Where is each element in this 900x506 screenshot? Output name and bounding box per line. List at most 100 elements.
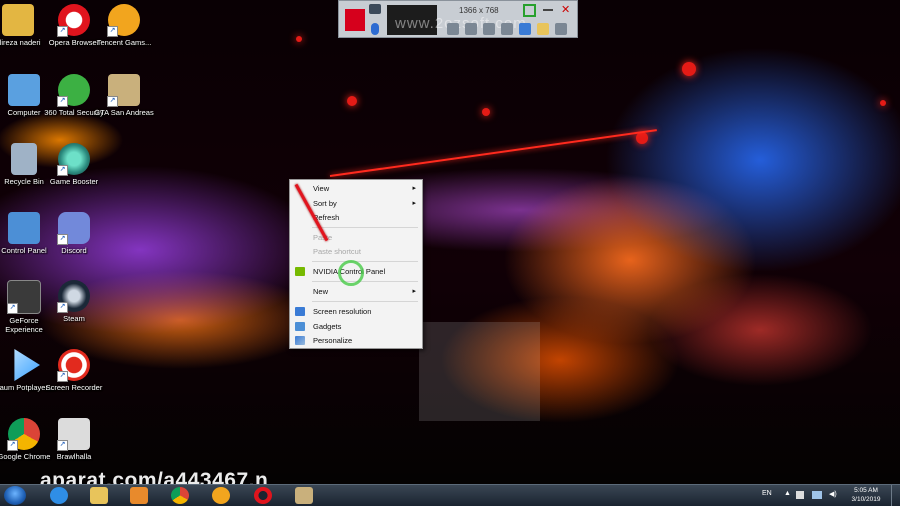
desktop-icon-alireza-naderi[interactable]: alireza naderi	[0, 4, 48, 47]
file-explorer-icon[interactable]	[90, 487, 108, 504]
opera-icon: ↗	[57, 4, 90, 37]
desktop-icon-label: alireza naderi	[0, 38, 41, 47]
game-booster-icon: ↗	[57, 143, 90, 176]
shortcut-arrow-icon: ↗	[57, 371, 68, 382]
recorder-toolbar[interactable]: www.2ozsoft.com 1366 x 768 ✕	[338, 0, 578, 38]
desktop-icon-steam[interactable]: ↗ Steam	[44, 280, 104, 323]
menu-separator	[312, 281, 418, 282]
wallpaper-ember	[636, 132, 648, 144]
network-icon[interactable]	[812, 491, 822, 499]
shortcut-arrow-icon: ↗	[57, 165, 68, 176]
menu-separator	[312, 261, 418, 262]
click-indicator	[338, 260, 364, 286]
shortcut-arrow-icon: ↗	[57, 234, 68, 245]
shortcut-arrow-icon: ↗	[7, 303, 18, 314]
internet-explorer-icon[interactable]	[50, 487, 68, 504]
submenu-arrow-icon: ▸	[412, 288, 416, 295]
microphone-icon[interactable]	[371, 23, 379, 35]
system-clock[interactable]: 5:05 AM 3/10/2019	[846, 486, 886, 504]
action-center-icon[interactable]	[796, 491, 804, 499]
user-folder-icon	[2, 4, 34, 36]
computer-icon	[8, 74, 40, 106]
minimize-icon[interactable]	[543, 9, 553, 11]
maximize-icon[interactable]	[523, 4, 536, 17]
submenu-arrow-icon: ▸	[412, 185, 416, 192]
menu-item-gadgets[interactable]: Gadgets	[290, 320, 422, 333]
desktop-icon-tencent-gaming[interactable]: ↗ Tencent Gams...	[94, 4, 154, 47]
desktop-icon-label: Steam	[63, 314, 85, 323]
screen-recorder-icon: ↗	[57, 349, 90, 382]
shortcut-arrow-icon: ↗	[57, 26, 68, 37]
menu-separator	[312, 301, 418, 302]
menu-item-personalize[interactable]: Personalize	[290, 334, 422, 347]
volume-icon[interactable]: ◀)	[829, 490, 837, 498]
selection-ghost	[419, 322, 540, 421]
shortcut-arrow-icon: ↗	[57, 302, 68, 313]
menu-item-new[interactable]: New ▸	[290, 285, 422, 298]
region-icon[interactable]	[465, 23, 477, 35]
screenshot-icon[interactable]	[483, 23, 495, 35]
geforce-icon: ↗	[7, 280, 41, 314]
menu-item-label: Sort by	[313, 199, 337, 208]
menu-item-label: Screen resolution	[313, 307, 372, 316]
desktop-icon-game-booster[interactable]: ↗ Game Booster	[44, 143, 104, 186]
brawlhalla-icon: ↗	[57, 418, 90, 451]
screen-resolution-icon	[295, 307, 305, 316]
wallpaper-ember	[880, 100, 886, 106]
menu-item-view[interactable]: View ▸	[290, 182, 422, 195]
menu-item-label: View	[313, 184, 330, 193]
desktop-icon-label: GTA San Andreas	[94, 108, 154, 117]
desktop-icon-discord[interactable]: ↗ Discord	[44, 212, 104, 255]
gta-icon[interactable]	[295, 487, 313, 504]
desktop-icon-brawlhalla[interactable]: ↗ Brawlhalla	[44, 418, 104, 461]
shortcut-arrow-icon: ↗	[107, 96, 118, 107]
start-button[interactable]	[4, 486, 26, 505]
settings-icon[interactable]	[447, 23, 459, 35]
show-hidden-icons-icon[interactable]: ▲	[784, 490, 791, 497]
desktop-icon-label: Screen Recorder	[45, 383, 103, 392]
menu-item-screen-resolution[interactable]: Screen resolution	[290, 305, 422, 318]
desktop-icon-label: Game Booster	[49, 177, 99, 186]
gear-icon[interactable]	[555, 23, 567, 35]
menu-separator	[312, 227, 418, 228]
cursor-icon[interactable]	[501, 23, 513, 35]
record-button[interactable]	[345, 9, 365, 31]
menu-item-label: Personalize	[313, 336, 353, 345]
menu-item-label: Paste shortcut	[313, 247, 361, 256]
folder-icon[interactable]	[537, 23, 549, 35]
shortcut-arrow-icon: ↗	[57, 440, 68, 451]
potplayer-icon	[14, 349, 40, 381]
desktop-icon-screen-recorder[interactable]: ↗ Screen Recorder	[44, 349, 104, 392]
menu-item-paste[interactable]: Paste	[290, 231, 422, 244]
menu-item-paste-shortcut[interactable]: Paste shortcut	[290, 245, 422, 258]
camera-icon[interactable]	[369, 4, 381, 14]
shortcut-arrow-icon: ↗	[107, 26, 118, 37]
opera-icon[interactable]	[254, 487, 272, 504]
steam-icon: ↗	[57, 280, 90, 313]
taskbar: EN ▲ ◀) 5:05 AM 3/10/2019	[0, 484, 900, 506]
language-indicator[interactable]: EN	[762, 490, 772, 497]
gadgets-icon	[295, 322, 305, 331]
wallpaper-ember	[347, 96, 357, 106]
show-desktop-button[interactable]	[891, 485, 900, 506]
pen-icon[interactable]	[519, 23, 531, 35]
gta-icon: ↗	[107, 74, 140, 107]
shortcut-arrow-icon: ↗	[7, 440, 18, 451]
chrome-icon[interactable]	[171, 487, 189, 504]
control-panel-icon	[8, 212, 40, 244]
wallpaper-ember	[482, 108, 490, 116]
desktop-icon-gta[interactable]: ↗ GTA San Andreas	[94, 74, 154, 117]
shortcut-arrow-icon: ↗	[57, 96, 68, 107]
recording-resolution: 1366 x 768	[459, 6, 499, 15]
tencent-gaming-icon[interactable]	[212, 487, 230, 504]
recycle-bin-icon	[11, 143, 37, 175]
wallpaper-ember	[682, 62, 696, 76]
360-security-icon: ↗	[57, 74, 90, 107]
close-icon[interactable]: ✕	[561, 3, 570, 16]
nvidia-icon	[295, 267, 305, 276]
tencent-gaming-icon: ↗	[107, 4, 140, 37]
media-player-icon[interactable]	[130, 487, 148, 504]
desktop-icon-label: Tencent Gams...	[96, 38, 152, 47]
wallpaper-ember	[296, 36, 302, 42]
menu-item-label: New	[313, 287, 329, 296]
